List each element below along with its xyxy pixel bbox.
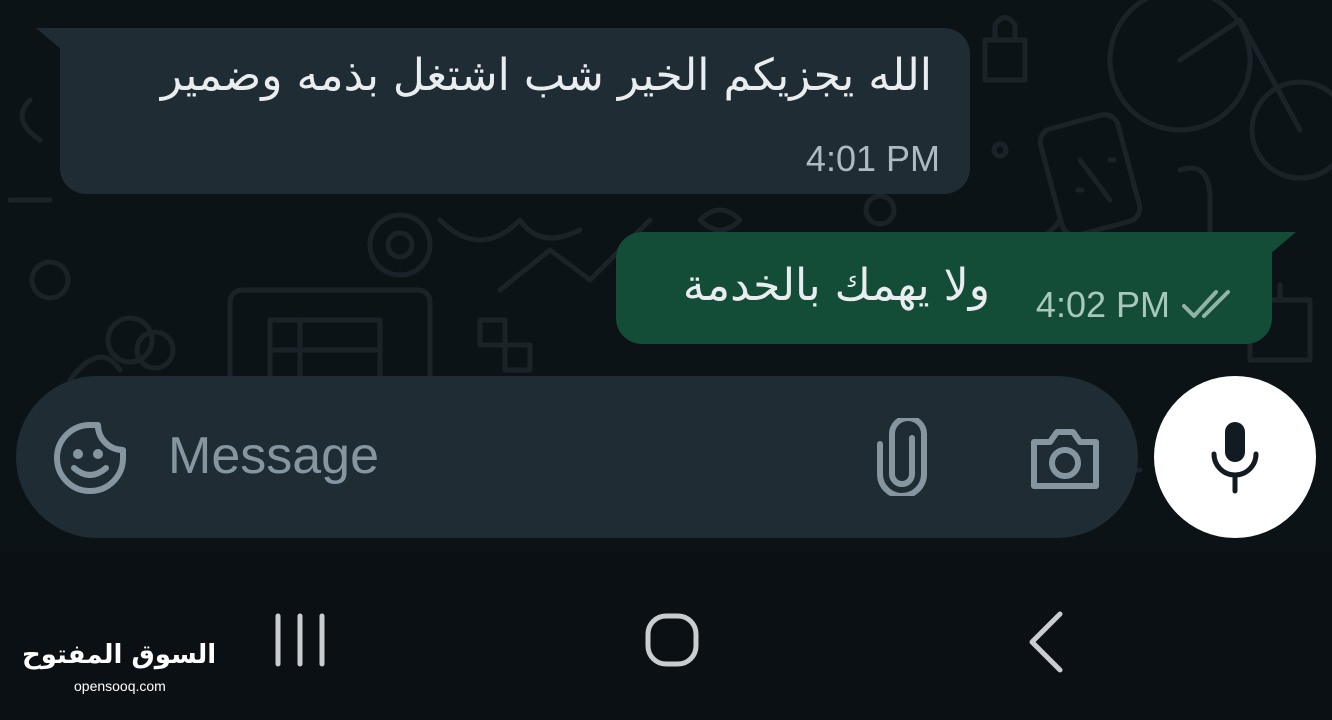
incoming-message[interactable]: الله يجزيكم الخير شب اشتغل بذمه وضمير 4:…: [60, 28, 970, 194]
system-navigation-bar: [0, 552, 1332, 720]
paperclip-icon[interactable]: [876, 418, 928, 496]
incoming-bubble-tail: [36, 28, 62, 50]
home-icon[interactable]: [644, 612, 700, 668]
outgoing-bubble-tail: [1270, 232, 1296, 254]
message-text: ولا يهمك بالخدمة: [682, 260, 990, 311]
sticker-icon[interactable]: [52, 420, 128, 496]
message-text: الله يجزيكم الخير شب اشتغل بذمه وضمير: [160, 50, 932, 101]
outgoing-message[interactable]: ولا يهمك بالخدمة 4:02 PM: [616, 232, 1272, 344]
message-input[interactable]: Message: [168, 426, 379, 486]
recent-apps-icon[interactable]: [270, 612, 330, 668]
message-time: 4:01 PM: [805, 138, 940, 179]
message-time: 4:02 PM: [1035, 284, 1170, 325]
back-icon[interactable]: [1024, 610, 1068, 674]
watermark-latin: opensooq.com: [74, 678, 166, 694]
microphone-icon: [1211, 422, 1259, 494]
camera-icon[interactable]: [1028, 422, 1102, 496]
opensooq-watermark: السوق المفتوح opensooq.com: [22, 640, 216, 700]
voice-message-button[interactable]: [1154, 376, 1316, 538]
watermark-arabic: السوق المفتوح: [22, 640, 217, 670]
message-composer[interactable]: Message: [16, 376, 1138, 538]
double-check-icon: [1182, 290, 1230, 318]
